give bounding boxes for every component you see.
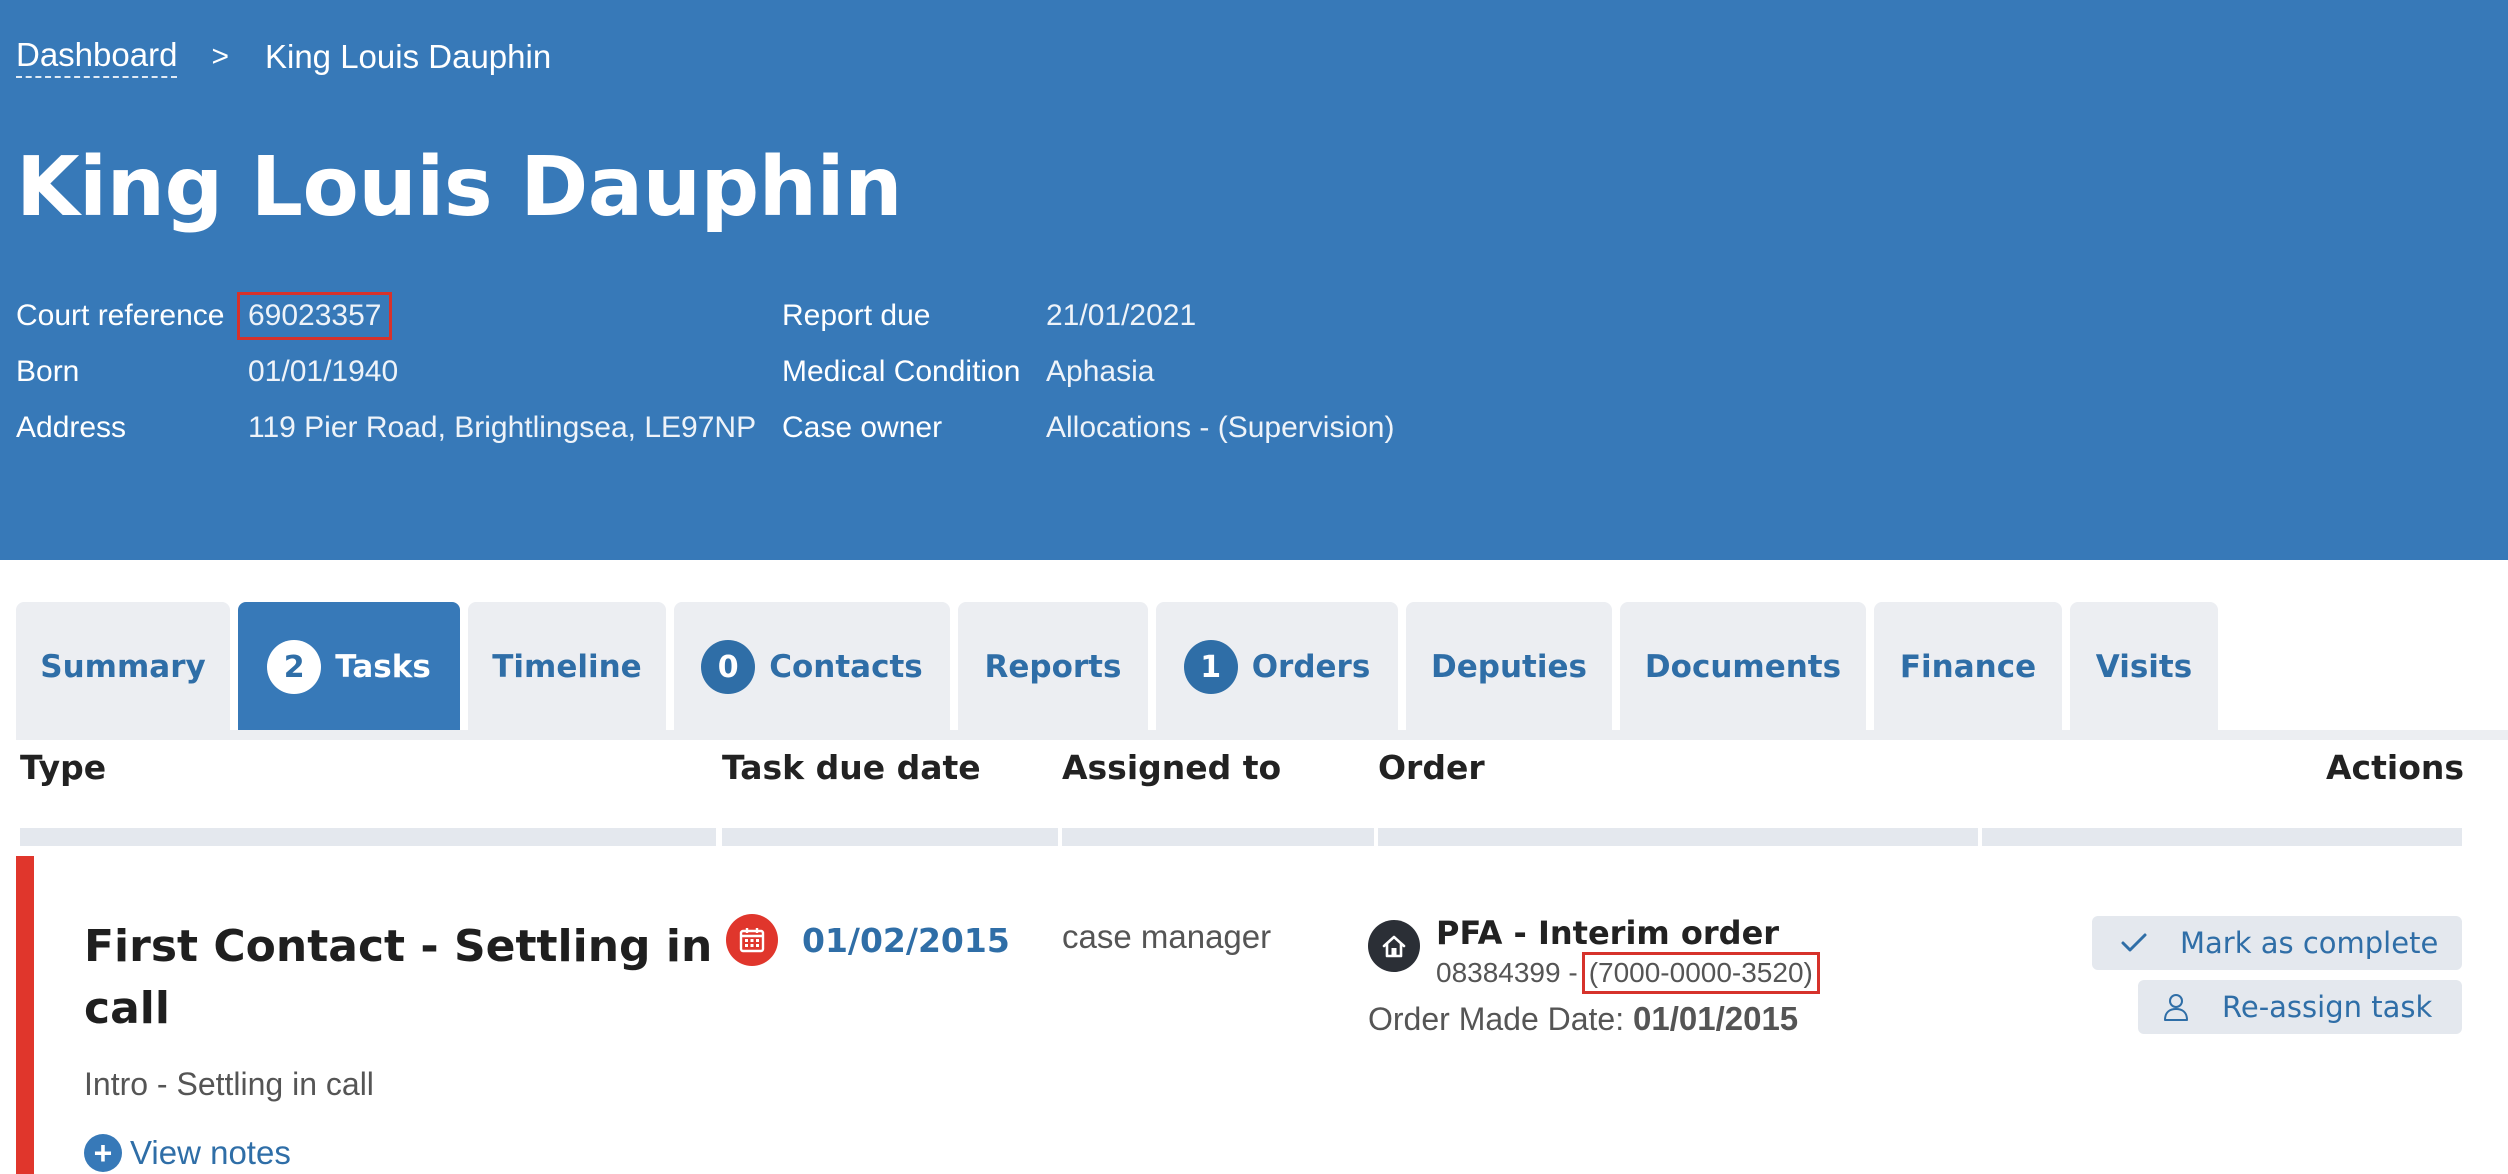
detail-label: Report due: [782, 299, 931, 332]
page-title: King Louis Dauphin: [16, 140, 903, 235]
plus-circle-icon: +: [84, 1134, 122, 1172]
detail-court-reference: Court reference 69023357: [16, 288, 756, 344]
court-reference-value: 69023357: [237, 292, 393, 340]
tasks-table-header: Type Task due date Assigned to Order Act…: [0, 748, 2508, 820]
tab-tasks[interactable]: 2 Tasks: [238, 602, 460, 732]
tab-label: Reports: [984, 649, 1122, 685]
task-due-date: 01/02/2015: [726, 914, 1010, 966]
order-reference: 08384399 - (7000-0000-3520): [1436, 952, 1820, 994]
task-title: First Contact - Settling in call: [84, 921, 713, 1034]
detail-label: Medical Condition: [782, 355, 1021, 388]
tab-label: Documents: [1644, 649, 1842, 685]
tab-label: Summary: [40, 649, 206, 685]
detail-address: Address 119 Pier Road, Brightlingsea, LE…: [16, 400, 756, 456]
column-divider: [1378, 828, 1978, 846]
breadcrumb-separator: >: [211, 40, 229, 73]
tab-visits[interactable]: Visits: [2070, 602, 2218, 732]
column-header-order: Order: [1378, 748, 1485, 787]
assigned-to-value: case manager: [1062, 918, 1272, 955]
breadcrumb-dashboard-link[interactable]: Dashboard: [16, 36, 178, 78]
column-divider: [1982, 828, 2462, 846]
check-icon: [2114, 931, 2154, 955]
column-header-type: Type: [20, 748, 107, 787]
tab-orders[interactable]: 1 Orders: [1156, 602, 1398, 732]
view-notes-label: View notes: [130, 1134, 291, 1171]
tab-label: Orders: [1251, 649, 1371, 685]
tabs-underline: [16, 730, 2508, 740]
mark-as-complete-button[interactable]: Mark as complete: [2092, 916, 2462, 970]
tab-timeline[interactable]: Timeline: [468, 602, 666, 732]
reassign-task-button[interactable]: Re-assign task: [2138, 980, 2462, 1034]
tab-label: Finance: [1899, 649, 2037, 685]
detail-report-due: Report due 21/01/2021: [782, 288, 1394, 344]
column-divider: [1062, 828, 1374, 846]
client-details-left: Court reference 69023357 Born 01/01/1940…: [16, 288, 756, 456]
tab-reports[interactable]: Reports: [958, 602, 1148, 732]
order-made-value: 01/01/2015: [1633, 1000, 1799, 1037]
task-subtitle: Intro - Settling in call: [84, 1066, 374, 1102]
tab-contacts[interactable]: 0 Contacts: [674, 602, 950, 732]
calendar-icon: [726, 914, 778, 966]
tab-count-badge: 2: [267, 640, 322, 694]
detail-case-owner: Case owner Allocations - (Supervision): [782, 400, 1394, 456]
user-icon: [2156, 992, 2196, 1022]
view-notes-link[interactable]: + View notes: [84, 1134, 291, 1172]
case-owner-value: Allocations - (Supervision): [1046, 411, 1395, 444]
column-header-assigned-to: Assigned to: [1062, 748, 1282, 787]
detail-label: Court reference: [16, 299, 225, 332]
detail-medical-condition: Medical Condition Aphasia: [782, 344, 1394, 400]
tab-label: Visits: [2095, 649, 2193, 685]
order-made-date: Order Made Date: 01/01/2015: [1368, 1000, 1798, 1038]
task-priority-bar: [16, 856, 34, 1174]
reassign-task-label: Re-assign task: [2222, 990, 2433, 1024]
tab-label: Timeline: [492, 649, 642, 685]
case-header: Dashboard > King Louis Dauphin King Loui…: [0, 0, 2508, 560]
breadcrumb-current: King Louis Dauphin: [264, 38, 552, 75]
client-details-right: Report due 21/01/2021 Medical Condition …: [782, 288, 1394, 456]
column-divider: [20, 828, 716, 846]
detail-label: Case owner: [782, 411, 943, 444]
detail-born: Born 01/01/1940: [16, 344, 756, 400]
tab-finance[interactable]: Finance: [1874, 602, 2062, 732]
tab-label: Deputies: [1431, 649, 1587, 685]
order-number: 08384399 -: [1436, 957, 1578, 988]
tab-deputies[interactable]: Deputies: [1406, 602, 1612, 732]
order-case-ref: (7000-0000-3520): [1581, 952, 1820, 994]
mark-as-complete-label: Mark as complete: [2180, 926, 2439, 960]
tab-label: Tasks: [335, 649, 431, 685]
address-value: 119 Pier Road, Brightlingsea, LE97NP: [248, 411, 757, 444]
case-tabs: Summary 2 Tasks Timeline 0 Contacts Repo…: [16, 602, 2226, 732]
column-header-due-date: Task due date: [722, 748, 981, 787]
house-icon: [1368, 920, 1420, 972]
due-date-value: 01/02/2015: [802, 920, 1010, 960]
order-made-label: Order Made Date:: [1368, 1001, 1625, 1037]
tab-count-badge: 0: [701, 640, 756, 694]
medical-condition-value: Aphasia: [1046, 355, 1155, 388]
order-name: PFA - Interim order: [1436, 914, 1780, 952]
column-header-actions: Actions: [2326, 748, 2464, 787]
report-due-value: 21/01/2021: [1046, 299, 1197, 332]
detail-label: Address: [16, 411, 127, 444]
detail-label: Born: [16, 355, 80, 388]
tab-label: Contacts: [769, 649, 923, 685]
breadcrumb: Dashboard > King Louis Dauphin: [16, 36, 551, 78]
tab-summary[interactable]: Summary: [16, 602, 230, 732]
tab-documents[interactable]: Documents: [1620, 602, 1866, 732]
born-value: 01/01/1940: [248, 355, 399, 388]
tab-count-badge: 1: [1183, 640, 1238, 694]
column-divider: [722, 828, 1058, 846]
